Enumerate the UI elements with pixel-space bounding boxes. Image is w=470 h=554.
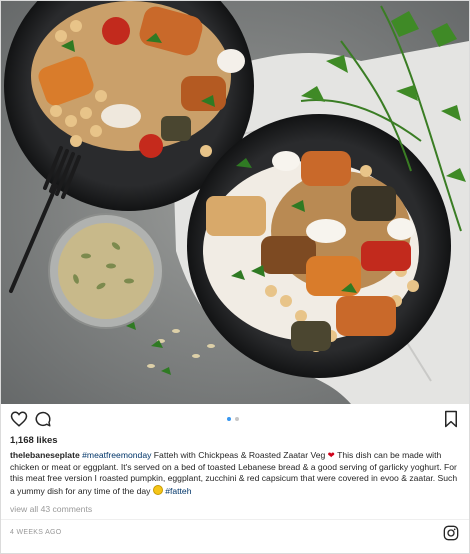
carousel-dot-active xyxy=(227,417,231,421)
divider xyxy=(1,519,469,520)
red-heart-emoji: ❤ xyxy=(327,450,335,460)
carousel-dot xyxy=(235,417,239,421)
instagram-post: 1,168 likes thelebaneseplate #meatfreemo… xyxy=(0,0,470,554)
instagram-icon[interactable] xyxy=(443,525,459,541)
post-caption: thelebaneseplate #meatfreemonday Fatteh … xyxy=(10,450,462,497)
hashtag-link[interactable]: #meatfreemonday xyxy=(82,450,151,460)
post-timestamp[interactable]: 4 WEEKS AGO xyxy=(10,529,62,536)
view-comments-link[interactable]: view all 43 comments xyxy=(10,504,92,514)
smiley-emoji-icon xyxy=(152,484,163,495)
speech-bubble-icon[interactable] xyxy=(34,410,52,428)
caption-text: Fatteh with Chickpeas & Roasted Zaatar V… xyxy=(151,450,328,460)
like-count[interactable]: 1,168 likes xyxy=(10,435,58,446)
heart-outline-icon[interactable] xyxy=(10,410,28,428)
action-bar xyxy=(1,404,469,434)
hashtag-link[interactable]: #fatteh xyxy=(165,486,191,496)
caption-username[interactable]: thelebaneseplate xyxy=(10,450,80,460)
bookmark-icon[interactable] xyxy=(442,410,460,428)
carousel-indicator xyxy=(227,417,239,421)
post-photo[interactable] xyxy=(1,1,469,404)
